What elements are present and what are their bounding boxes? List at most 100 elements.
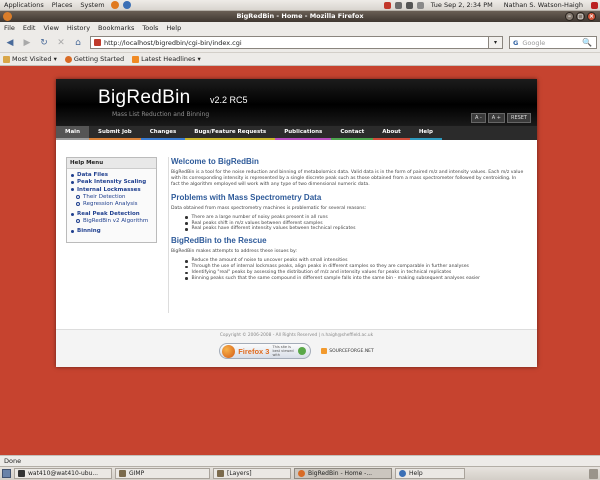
search-go-icon[interactable]: 🔍: [581, 38, 593, 47]
gimp-icon: [119, 470, 126, 477]
list-item-text: Real peaks have different intensity valu…: [191, 226, 356, 232]
menu-bookmarks[interactable]: Bookmarks: [94, 24, 138, 32]
applications-menu[interactable]: Applications: [0, 1, 48, 9]
task-layers[interactable]: [Layers]: [213, 468, 291, 479]
close-window-button[interactable]: ×: [587, 12, 596, 21]
search-input[interactable]: G Google 🔍: [509, 36, 597, 49]
trash-icon[interactable]: [589, 468, 598, 479]
font-decrease-button[interactable]: A -: [470, 113, 486, 123]
circle-bullet-icon: [76, 219, 80, 224]
tab-help[interactable]: Help: [409, 126, 442, 140]
help-link-real-peak-detection[interactable]: Real Peak Detection: [71, 211, 152, 217]
navigation-toolbar: ◀ ▶ ↻ ✕ ⌂ http://localhost/bigredbin/cgi…: [0, 33, 600, 53]
back-button[interactable]: ◀: [3, 36, 17, 50]
help-launcher-icon[interactable]: [122, 1, 131, 9]
url-bar[interactable]: http://localhost/bigredbin/cgi-bin/index…: [90, 36, 489, 49]
tab-submit-job[interactable]: Submit Job: [89, 126, 141, 140]
help-link-label[interactable]: BigRedBin v2 Algorithm: [83, 218, 148, 224]
tab-publications[interactable]: Publications: [275, 126, 332, 140]
update-notifier-icon[interactable]: [383, 1, 391, 9]
sourceforge-label: SOURCEFORGE.NET: [329, 348, 374, 354]
url-text[interactable]: http://localhost/bigredbin/cgi-bin/index…: [104, 39, 242, 47]
forward-button[interactable]: ▶: [20, 36, 34, 50]
places-menu[interactable]: Places: [48, 1, 77, 9]
help-link-bigredbin-v2-algorithm[interactable]: BigRedBin v2 Algorithm: [71, 218, 152, 224]
task-gimp[interactable]: GIMP: [115, 468, 210, 479]
system-menu[interactable]: System: [76, 1, 108, 9]
home-button[interactable]: ⌂: [71, 36, 85, 50]
window-title: BigRedBin - Home - Mozilla Firefox: [236, 12, 364, 20]
stop-button[interactable]: ✕: [54, 36, 68, 50]
tab-changes[interactable]: Changes: [140, 126, 186, 140]
show-desktop-icon[interactable]: [2, 469, 11, 478]
layers-icon: [217, 470, 224, 477]
search-placeholder[interactable]: Google: [522, 39, 581, 47]
circle-bullet-icon: [76, 194, 80, 199]
site-title: BigRedBin: [98, 87, 191, 108]
help-link-data-files[interactable]: Data Files: [71, 172, 152, 178]
window-title-bar[interactable]: BigRedBin - Home - Mozilla Firefox – □ ×: [0, 11, 600, 22]
menu-help[interactable]: Help: [162, 24, 185, 32]
mail-icon[interactable]: [416, 1, 424, 9]
bookmark-latest-headlines[interactable]: Latest Headlines ▾: [132, 55, 201, 63]
task-help[interactable]: Help: [395, 468, 465, 479]
menu-tools[interactable]: Tools: [138, 24, 162, 32]
window-menu-icon[interactable]: [3, 12, 12, 21]
help-link-label[interactable]: Real Peak Detection: [77, 211, 140, 217]
help-link-internal-lockmasses[interactable]: Internal Lockmasses: [71, 187, 152, 193]
task-firefox[interactable]: BigRedBin - Home -...: [294, 468, 392, 479]
firefox-launcher-icon[interactable]: [110, 1, 119, 9]
bookmark-getting-started[interactable]: Getting Started: [64, 55, 124, 63]
bookmark-most-visited[interactable]: Most Visited ▾: [3, 55, 57, 63]
bullet-icon: [71, 173, 74, 177]
reload-button[interactable]: ↻: [37, 36, 51, 50]
help-link-binning[interactable]: Binning: [71, 228, 152, 234]
sourceforge-logo-icon: [321, 348, 328, 354]
bullet-icon: [71, 212, 74, 216]
sourceforge-link[interactable]: SOURCEFORGE.NET: [321, 348, 374, 354]
network-icon[interactable]: [394, 1, 402, 9]
panel-clock[interactable]: Tue Sep 2, 2:34 PM: [426, 1, 498, 9]
help-link-label[interactable]: Their Detection: [83, 194, 126, 200]
help-link-label[interactable]: Regression Analysis: [83, 201, 138, 207]
menu-file[interactable]: File: [0, 24, 19, 32]
power-icon[interactable]: [591, 1, 598, 9]
menu-edit[interactable]: Edit: [19, 24, 40, 32]
minimize-button[interactable]: –: [565, 12, 574, 21]
help-link-label[interactable]: Peak Intensity Scaling: [77, 179, 146, 185]
search-engine-icon[interactable]: G: [513, 39, 518, 47]
panel-user-name[interactable]: Nathan S. Watson-Haigh: [498, 1, 589, 9]
site-footer: Copyright © 2006-2008 - All Rights Reser…: [56, 329, 537, 367]
site-header: BigRedBin v2.2 RC5 Mass List Reduction a…: [56, 79, 537, 126]
help-icon: [399, 470, 406, 477]
help-link-regression-analysis[interactable]: Regression Analysis: [71, 201, 152, 207]
help-link-their-detection[interactable]: Their Detection: [71, 194, 152, 200]
task-label: Help: [409, 470, 423, 477]
volume-icon[interactable]: [405, 1, 413, 9]
help-link-peak-intensity-scaling[interactable]: Peak Intensity Scaling: [71, 179, 152, 185]
list-item: Binning peaks such that the same compoun…: [185, 276, 529, 282]
site-tagline: Mass List Reduction and Binning: [112, 111, 210, 118]
maximize-button[interactable]: □: [576, 12, 585, 21]
gnome-bottom-panel: wat410@wat410-ubu... GIMP [Layers] BigRe…: [0, 466, 600, 480]
font-size-controls: A - A + RESET: [469, 113, 531, 123]
tab-contact[interactable]: Contact: [331, 126, 374, 140]
browser-menubar: File Edit View History Bookmarks Tools H…: [0, 22, 600, 33]
tab-bugs-feature-requests[interactable]: Bugs/Feature Requests: [185, 126, 276, 140]
list-item-text: Binning peaks such that the same compoun…: [191, 275, 481, 281]
tab-main[interactable]: Main: [56, 126, 89, 140]
task-label: BigRedBin - Home -...: [308, 470, 373, 477]
menu-view[interactable]: View: [39, 24, 62, 32]
help-link-label[interactable]: Data Files: [77, 172, 108, 178]
footer-copyright: Copyright © 2006-2008 - All Rights Reser…: [219, 333, 374, 338]
help-link-label[interactable]: Binning: [77, 228, 101, 234]
url-history-dropdown[interactable]: ▾: [489, 36, 503, 49]
help-link-label[interactable]: Internal Lockmasses: [77, 187, 141, 193]
firefox-badge-link[interactable]: Firefox 3 This site is best viewed with: [219, 343, 312, 359]
font-reset-button[interactable]: RESET: [506, 113, 531, 123]
font-increase-button[interactable]: A +: [487, 113, 505, 123]
task-terminal[interactable]: wat410@wat410-ubu...: [14, 468, 112, 479]
bullet-icon: [185, 222, 188, 225]
menu-history[interactable]: History: [63, 24, 94, 32]
tab-about[interactable]: About: [373, 126, 410, 140]
